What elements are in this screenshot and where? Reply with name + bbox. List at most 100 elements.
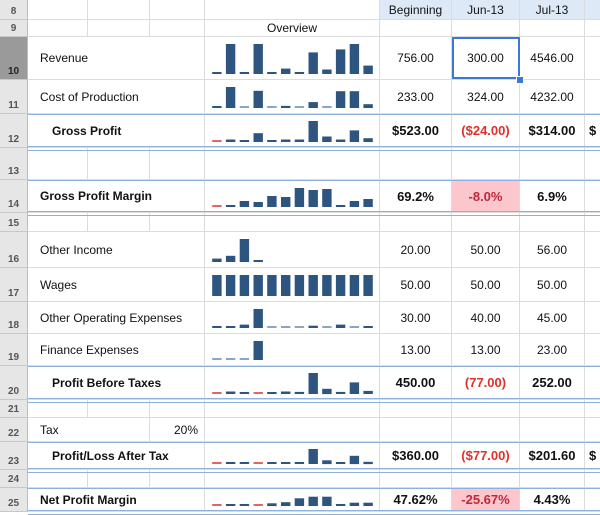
npm-beginning[interactable]: 47.62% <box>380 488 452 512</box>
sparkline-profit-loss-after-tax[interactable] <box>205 442 380 470</box>
label-net-profit-margin[interactable]: Net Profit Margin <box>28 488 205 512</box>
pbt-beginning[interactable]: 450.00 <box>380 366 452 400</box>
label-finance-expenses[interactable]: Finance Expenses <box>28 334 205 366</box>
gross-profit-jun[interactable]: ($24.00) <box>452 114 520 148</box>
opex-jun[interactable]: 40.00 <box>452 302 520 334</box>
column-header-next[interactable] <box>585 0 600 20</box>
cell[interactable] <box>452 418 520 442</box>
plat-beginning[interactable]: $360.00 <box>380 442 452 470</box>
sparkline-wages[interactable] <box>205 268 380 302</box>
cell[interactable] <box>585 302 600 334</box>
overview-header[interactable]: Overview <box>205 20 380 37</box>
cell[interactable] <box>520 20 585 37</box>
column-header-jun[interactable]: Jun-13 <box>452 0 520 20</box>
cell[interactable] <box>585 20 600 37</box>
label-wages[interactable]: Wages <box>28 268 205 302</box>
row-header[interactable]: 16 <box>0 232 28 268</box>
cell[interactable] <box>150 20 205 37</box>
gross-profit-jul[interactable]: $314.00 <box>520 114 585 148</box>
plat-jun[interactable]: ($77.00) <box>452 442 520 470</box>
row-header[interactable]: 13 <box>0 148 28 180</box>
row-header[interactable]: 24 <box>0 470 28 488</box>
cell[interactable] <box>585 180 600 213</box>
row-header[interactable]: 22 <box>0 418 28 442</box>
row-header[interactable]: 10 <box>0 37 28 80</box>
row-header[interactable]: 17 <box>0 268 28 302</box>
sparkline-cost[interactable] <box>205 80 380 114</box>
cell[interactable] <box>205 0 380 20</box>
sparkline-profit-before-taxes[interactable] <box>205 366 380 400</box>
cell[interactable] <box>585 80 600 114</box>
label-profit-before-taxes[interactable]: Profit Before Taxes <box>28 366 205 400</box>
opex-jul[interactable]: 45.00 <box>520 302 585 334</box>
label-other-operating-expenses[interactable]: Other Operating Expenses <box>28 302 205 334</box>
cell[interactable] <box>585 232 600 268</box>
cell[interactable] <box>585 148 600 180</box>
gross-profit-beginning[interactable]: $523.00 <box>380 114 452 148</box>
sparkline-finance-expenses[interactable] <box>205 334 380 366</box>
cell[interactable] <box>28 148 88 180</box>
wages-beginning[interactable]: 50.00 <box>380 268 452 302</box>
wages-jun[interactable]: 50.00 <box>452 268 520 302</box>
cell[interactable] <box>520 148 585 180</box>
cell[interactable] <box>88 0 150 20</box>
gpm-jun[interactable]: -8.0% <box>452 180 520 213</box>
fill-handle[interactable] <box>516 76 524 84</box>
wages-jul[interactable]: 50.00 <box>520 268 585 302</box>
row-header[interactable]: 23 <box>0 442 28 470</box>
revenue-beginning[interactable]: 756.00 <box>380 37 452 80</box>
cell[interactable] <box>88 20 150 37</box>
row-header[interactable]: 25 <box>0 488 28 512</box>
label-gross-profit[interactable]: Gross Profit <box>28 114 205 148</box>
cell[interactable] <box>150 148 205 180</box>
sparkline-net-profit-margin[interactable] <box>205 488 380 512</box>
cell[interactable] <box>88 148 150 180</box>
tax-rate[interactable]: 20% <box>150 418 205 442</box>
sparkline-other-income[interactable] <box>205 232 380 268</box>
column-header-beginning[interactable]: Beginning <box>380 0 452 20</box>
plat-jul[interactable]: $201.60 <box>520 442 585 470</box>
row-header[interactable]: 15 <box>0 213 28 232</box>
cell[interactable] <box>205 148 380 180</box>
label-tax[interactable]: Tax <box>28 418 150 442</box>
pbt-jul[interactable]: 252.00 <box>520 366 585 400</box>
row-header[interactable]: 9 <box>0 20 28 37</box>
row-header[interactable]: 20 <box>0 366 28 400</box>
cell[interactable] <box>520 418 585 442</box>
cell[interactable] <box>28 0 88 20</box>
finance-jul[interactable]: 23.00 <box>520 334 585 366</box>
sparkline-gross-profit[interactable] <box>205 114 380 148</box>
opex-beginning[interactable]: 30.00 <box>380 302 452 334</box>
label-profit-loss-after-tax[interactable]: Profit/Loss After Tax <box>28 442 205 470</box>
sparkline-other-operating-expenses[interactable] <box>205 302 380 334</box>
row-header[interactable]: 21 <box>0 400 28 418</box>
cell[interactable] <box>585 37 600 80</box>
pbt-jun[interactable]: (77.00) <box>452 366 520 400</box>
cell[interactable] <box>452 20 520 37</box>
column-header-jul[interactable]: Jul-13 <box>520 0 585 20</box>
cost-beginning[interactable]: 233.00 <box>380 80 452 114</box>
cell[interactable] <box>380 418 452 442</box>
label-other-income[interactable]: Other Income <box>28 232 205 268</box>
sparkline-revenue[interactable] <box>205 37 380 80</box>
cell[interactable] <box>380 148 452 180</box>
cell[interactable] <box>150 0 205 20</box>
gpm-jul[interactable]: 6.9% <box>520 180 585 213</box>
row-header[interactable]: 11 <box>0 80 28 114</box>
other-income-beginning[interactable]: 20.00 <box>380 232 452 268</box>
cell[interactable] <box>585 334 600 366</box>
other-income-jun[interactable]: 50.00 <box>452 232 520 268</box>
row-header[interactable]: 12 <box>0 114 28 148</box>
cell[interactable] <box>205 418 380 442</box>
npm-jul[interactable]: 4.43% <box>520 488 585 512</box>
finance-beginning[interactable]: 13.00 <box>380 334 452 366</box>
revenue-jul[interactable]: 4546.00 <box>520 37 585 80</box>
npm-jun[interactable]: -25.67% <box>452 488 520 512</box>
label-cost[interactable]: Cost of Production <box>28 80 205 114</box>
other-income-jul[interactable]: 56.00 <box>520 232 585 268</box>
cost-jul[interactable]: 4232.00 <box>520 80 585 114</box>
sparkline-gross-profit-margin[interactable] <box>205 180 380 213</box>
revenue-jun[interactable]: 300.00 <box>452 37 520 80</box>
row-header[interactable]: 14 <box>0 180 28 213</box>
cell[interactable] <box>585 268 600 302</box>
